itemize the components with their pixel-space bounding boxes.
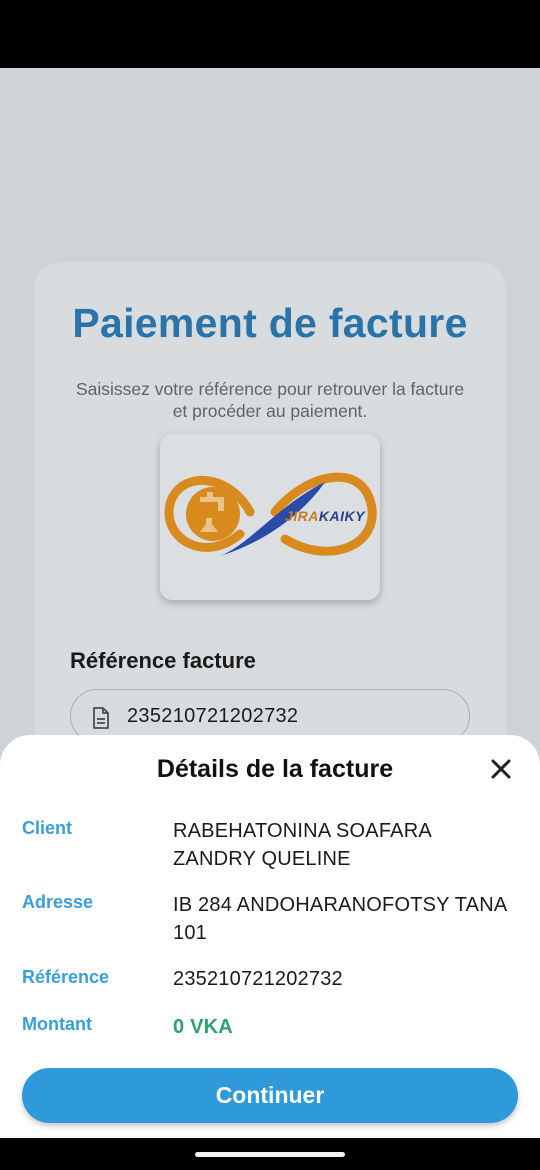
reference-input-value: 235210721202732 bbox=[127, 705, 299, 727]
document-icon bbox=[91, 706, 111, 735]
close-icon bbox=[491, 759, 511, 779]
address-value: IB 284 ANDOHARANOFOTSY TANA 101 bbox=[173, 894, 507, 944]
client-value: RABEHATONINA SOAFARA ZANDRY QUELINE bbox=[173, 820, 431, 870]
page-title: Paiement de facture bbox=[72, 300, 468, 346]
amount-value: 0 VKA bbox=[173, 1016, 233, 1038]
close-button[interactable] bbox=[486, 754, 516, 784]
reference-label: Référence facture bbox=[70, 648, 256, 673]
client-label: Client bbox=[22, 818, 73, 838]
status-bar bbox=[0, 0, 540, 68]
invoice-details-sheet: Détails de la facture Client RABEHATONIN… bbox=[0, 735, 540, 1138]
sheet-title: Détails de la facture bbox=[156, 755, 394, 783]
amount-label: Montant bbox=[22, 1014, 92, 1034]
home-indicator[interactable] bbox=[195, 1152, 345, 1157]
navigation-bar bbox=[0, 1138, 540, 1170]
page-subtitle: Saisissez votre référence pour retrouver… bbox=[75, 379, 465, 421]
logo-container: JIRAKAIKY bbox=[160, 434, 380, 600]
reference-row-label: Référence bbox=[22, 967, 110, 987]
logo-text: JIRAKAIKY bbox=[285, 508, 365, 524]
address-label: Adresse bbox=[22, 892, 94, 912]
continue-button[interactable]: Continuer bbox=[22, 1068, 518, 1123]
reference-row-value: 235210721202732 bbox=[173, 968, 343, 990]
